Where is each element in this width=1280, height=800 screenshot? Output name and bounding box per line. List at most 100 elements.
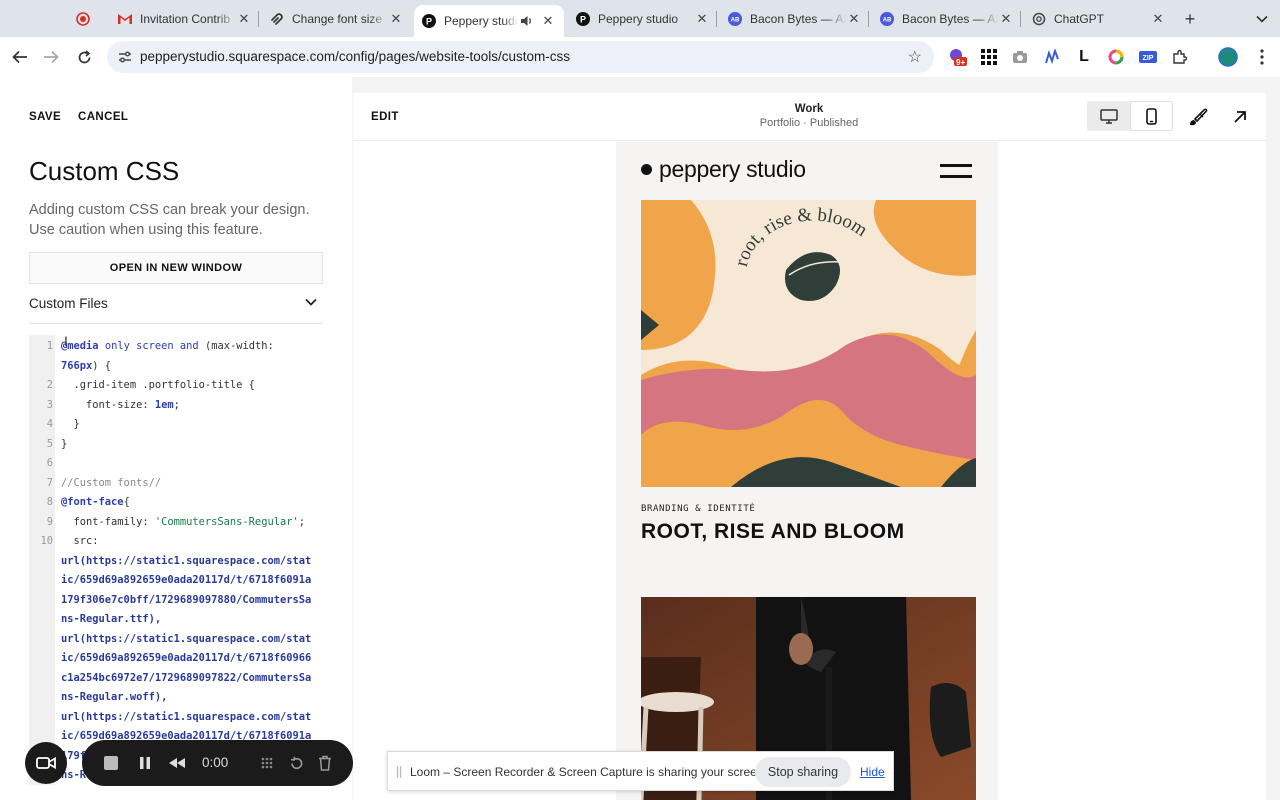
code-text: //Custom fonts// [61, 476, 162, 489]
preview-topbar: EDIT Work Portfolio · Published [353, 93, 1266, 141]
line-number: 2 [46, 379, 53, 391]
url-text: pepperystudio.squarespace.com/config/pag… [140, 49, 570, 64]
css-code-editor[interactable]: 1 @media only screen and (max-width: 766px… [29, 335, 323, 785]
close-tab-icon[interactable]: ✕ [236, 11, 252, 27]
chatgpt-icon [1032, 12, 1046, 26]
back-button[interactable] [8, 45, 32, 69]
code-text: ns-Regular.ttf), [61, 613, 162, 625]
project-title[interactable]: ROOT, RISE AND BLOOM [641, 520, 905, 544]
stop-icon [104, 756, 118, 770]
forward-button[interactable] [39, 45, 63, 69]
address-bar[interactable]: pepperystudio.squarespace.com/config/pag… [107, 41, 934, 73]
tab-divider [716, 11, 717, 27]
tab-title: Peppery studio [598, 11, 679, 26]
code-text: @font-face{ [61, 496, 130, 508]
desktop-view-button[interactable] [1087, 101, 1130, 131]
pause-button[interactable] [135, 753, 155, 773]
chevron-down-icon [1256, 15, 1268, 23]
stop-recording-button[interactable] [101, 753, 121, 773]
close-tab-icon[interactable]: ✕ [998, 11, 1014, 27]
camera-icon[interactable] [1010, 47, 1030, 67]
stop-sharing-button[interactable]: Stop sharing [755, 757, 851, 787]
loom-camera-button[interactable] [25, 742, 67, 784]
edit-button[interactable]: EDIT [371, 111, 399, 123]
extensions-puzzle-icon[interactable] [1170, 47, 1190, 67]
browser-toolbar: pepperystudio.squarespace.com/config/pag… [0, 37, 1280, 77]
code-text: ic/659d69a892659e0ada20117d/t/6718f60966 [61, 652, 312, 664]
line-number: 9 [46, 515, 53, 528]
restart-button[interactable] [286, 753, 306, 773]
drag-handle-icon[interactable] [257, 753, 277, 773]
more-menu-icon[interactable] [1252, 47, 1272, 67]
code-text: url(https://static1.squarespace.com/stat [61, 554, 312, 567]
code-text: 179f306e7c0bff/1729689097880/CommutersSa [61, 593, 312, 606]
apps-grid-icon[interactable] [979, 47, 999, 67]
tab-recording[interactable] [76, 6, 98, 31]
back-arrow-icon [12, 50, 27, 64]
custom-files-toggle[interactable]: Custom Files [29, 296, 108, 311]
tab-divider [868, 11, 869, 27]
site-styles-button[interactable] [1187, 106, 1209, 128]
rewind-button[interactable] [167, 753, 187, 773]
project-artwork[interactable]: root, rise & bloom [641, 200, 976, 487]
open-site-button[interactable] [1229, 106, 1251, 128]
svg-text:AB: AB [731, 17, 740, 23]
code-text: font-size: 1em; [61, 398, 180, 411]
record-icon [76, 11, 90, 26]
squarespace-icon [270, 12, 284, 26]
tab-gmail[interactable]: Invitation Contrib ✕ [118, 6, 252, 31]
color-ring-icon[interactable] [1106, 47, 1126, 67]
tab-search-button[interactable] [1252, 9, 1272, 29]
open-in-new-window-button[interactable]: OPEN IN NEW WINDOW [29, 252, 323, 284]
tab-chatgpt[interactable]: ChatGPT ✕ [1032, 6, 1166, 31]
code-text: ic/659d69a892659e0ada20117d/t/6718f6091a [61, 574, 312, 586]
tab-title: Bacon Bytes — AI [750, 11, 846, 26]
close-tab-icon[interactable]: ✕ [388, 11, 404, 27]
trash-icon [319, 755, 331, 771]
tab-bacon-bytes-2[interactable]: AB Bacon Bytes — AI ✕ [880, 6, 1014, 31]
tab-title: Peppery studi [444, 14, 518, 28]
site-logo[interactable]: peppery studio [641, 156, 806, 183]
delete-recording-button[interactable] [315, 753, 335, 773]
tab-peppery-studio[interactable]: P Peppery studio ✕ [576, 6, 710, 31]
speaker-icon[interactable] [518, 15, 534, 27]
reload-icon [78, 49, 90, 63]
profile-avatar-icon[interactable] [1218, 47, 1238, 67]
site-settings-icon[interactable] [117, 49, 133, 65]
tab-peppery-studio-active[interactable]: P Peppery studi ✕ [414, 5, 564, 37]
reload-button[interactable] [72, 45, 96, 69]
hamburger-menu-icon[interactable] [940, 164, 972, 178]
mobile-view-button[interactable] [1130, 101, 1173, 131]
code-text: src: [61, 535, 99, 547]
close-tab-icon[interactable]: ✕ [846, 11, 862, 27]
panel-description: Adding custom CSS can break your design.… [29, 202, 310, 238]
tab-title: Invitation Contrib [140, 11, 231, 26]
tab-change-font-size[interactable]: Change font size ✕ [270, 6, 404, 31]
extension-badge-icon[interactable]: 9+ [947, 47, 967, 67]
save-button[interactable]: SAVE [29, 111, 61, 123]
gmail-icon [118, 12, 132, 26]
close-tab-icon[interactable]: ✕ [540, 13, 556, 29]
tab-bacon-bytes-1[interactable]: AB Bacon Bytes — AI ✕ [728, 6, 862, 31]
svg-text:ZIP: ZIP [1143, 55, 1154, 62]
peppery-icon: P [576, 11, 590, 26]
forward-arrow-icon [44, 50, 59, 64]
pause-icon [140, 757, 150, 769]
hide-link[interactable]: Hide [860, 765, 885, 779]
screen-sharing-bar: Loom – Screen Recorder & Screen Capture … [387, 751, 894, 791]
loom-recorder-controls: 0:00 [82, 740, 353, 786]
chart-extension-icon[interactable] [1042, 47, 1062, 67]
close-tab-icon[interactable]: ✕ [1150, 11, 1166, 27]
code-text: c1a254bc6972e7/1729689097822/CommutersSa [61, 671, 312, 684]
l-extension-icon[interactable]: L [1074, 47, 1094, 67]
close-tab-icon[interactable]: ✕ [694, 11, 710, 27]
bookmark-star-icon[interactable]: ☆ [908, 47, 922, 67]
drag-grip-icon[interactable] [396, 766, 402, 778]
new-tab-button[interactable]: + [1180, 9, 1200, 29]
tab-title: Change font size [292, 11, 383, 26]
chevron-down-icon[interactable] [303, 294, 319, 310]
line-number: 6 [46, 457, 53, 469]
cancel-button[interactable]: CANCEL [78, 111, 128, 123]
zip-extension-icon[interactable]: ZIP [1138, 47, 1158, 67]
desktop-icon [1099, 108, 1118, 124]
